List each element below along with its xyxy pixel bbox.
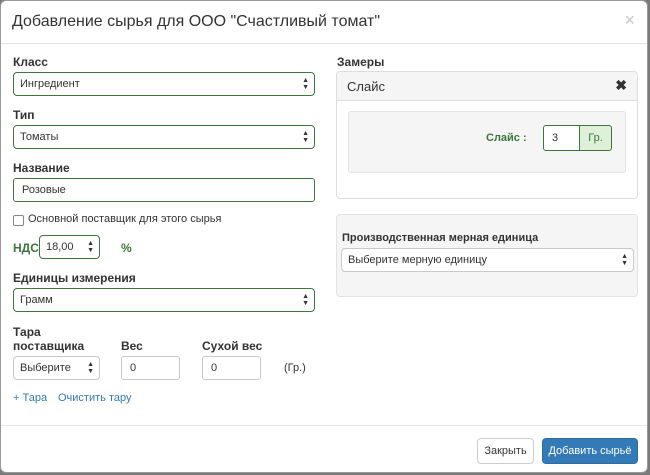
tare-label-line1: Тара [13,325,41,339]
production-unit-select[interactable]: Выберите мерную единицу ▲ ▼ [341,248,634,272]
slice-panel-title: Слайс [347,79,385,94]
name-label: Название [13,161,70,175]
units-select-value: Грамм [20,294,53,306]
production-unit-well: Производственная мерная единица Выберите… [336,214,638,297]
weight-unit: (Гр.) [284,362,306,374]
modal-footer-divider [1,425,647,426]
select-arrows-icon: ▲ ▼ [621,253,628,267]
type-label: Тип [13,108,35,122]
modal-header: Добавление сырья для ООО "Счастливый том… [1,1,647,44]
vat-unit: % [121,241,132,255]
production-unit-label: Производственная мерная единица [342,232,539,244]
production-unit-select-value: Выберите мерную единицу [348,254,488,266]
dry-weight-input[interactable]: 0 [202,356,261,380]
name-input[interactable]: Розовые [13,178,315,202]
add-raw-material-modal: Добавление сырья для ООО "Счастливый том… [0,0,648,473]
class-label: Класс [13,55,48,69]
type-select[interactable]: Томаты ▲ ▼ [13,125,315,149]
type-select-value: Томаты [20,131,59,143]
close-button[interactable]: Закрыть [477,438,534,464]
tare-select[interactable]: Выберите ▲ ▼ [13,356,100,380]
select-arrows-icon: ▲ ▼ [87,240,94,254]
select-arrows-icon: ▲ ▼ [87,361,94,375]
submit-button[interactable]: Добавить сырьё [542,438,638,464]
main-supplier-checkbox[interactable] [13,215,24,226]
class-select[interactable]: Ингредиент ▲ ▼ [13,72,315,96]
select-arrows-icon: ▲ ▼ [302,130,309,144]
slice-value-input[interactable]: 3 [543,125,580,151]
modal-title: Добавление сырья для ООО "Счастливый том… [12,13,381,30]
weight-label: Вес [121,339,143,353]
tare-select-value: Выберите [20,362,71,374]
units-label: Единицы измерения [13,271,136,285]
slice-well: Слайс : 3 Гр. [348,111,626,173]
class-select-value: Ингредиент [20,78,80,90]
measurements-label: Замеры [337,55,385,69]
slice-unit-addon: Гр. [579,125,612,151]
add-tare-link[interactable]: + Тара [13,392,47,404]
close-icon[interactable]: × [624,11,635,29]
clear-tare-link[interactable]: Очистить тару [58,392,131,404]
weight-input[interactable]: 0 [121,356,180,380]
slice-panel: Слайс ✖ Слайс : 3 Гр. [336,71,638,199]
units-select[interactable]: Грамм ▲ ▼ [13,288,315,312]
vat-label: НДС [13,241,39,255]
tare-label-line2: поставщика [13,339,85,353]
vat-select-value: 18,00 [46,241,74,253]
main-supplier-label: Основной поставщик для этого сырья [28,213,222,225]
select-arrows-icon: ▲ ▼ [302,77,309,91]
slice-panel-header: Слайс ✖ [337,72,637,101]
slice-field-label: Слайс : [486,132,527,144]
remove-slice-icon[interactable]: ✖ [615,77,627,94]
dry-weight-label: Сухой вес [202,339,263,353]
vat-select[interactable]: 18,00 ▲ ▼ [39,235,100,259]
select-arrows-icon: ▲ ▼ [302,293,309,307]
